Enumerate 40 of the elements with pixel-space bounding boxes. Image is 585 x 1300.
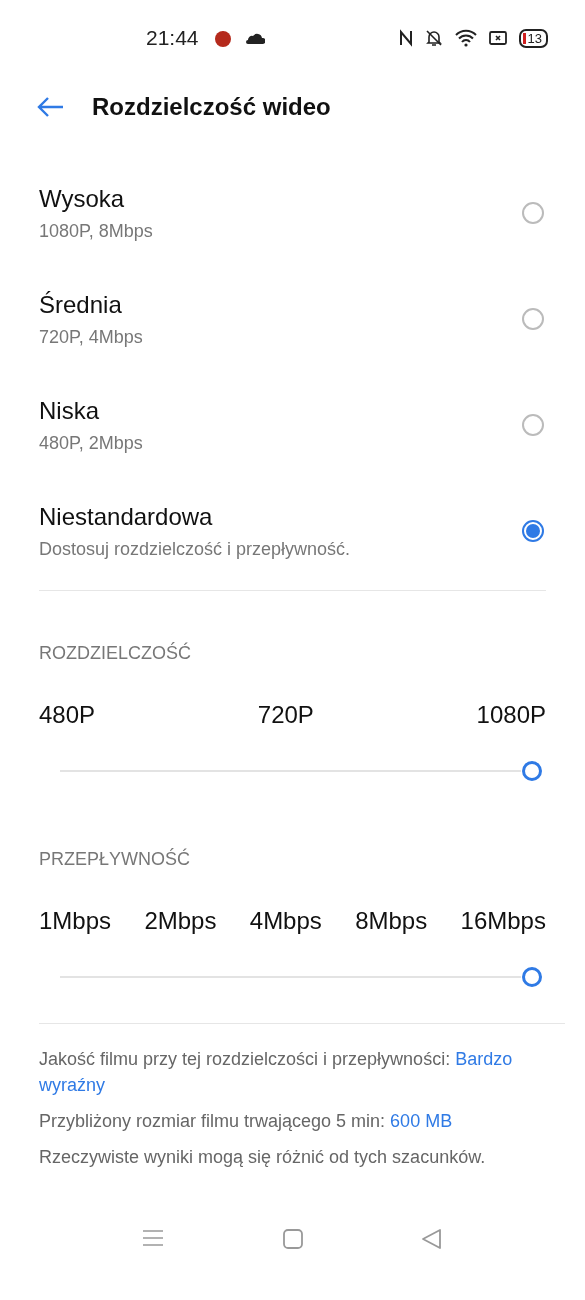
slider-tick-label: 2Mbps bbox=[144, 907, 217, 935]
info-text: Rzeczywiste wyniki mogą się różnić od tych szacunków. bbox=[39, 1146, 487, 1169]
radio-button[interactable] bbox=[522, 202, 544, 224]
option-title: Średnia bbox=[39, 290, 123, 319]
slider-thumb[interactable] bbox=[522, 761, 542, 781]
slider-tick-label: 480P bbox=[39, 701, 96, 729]
option-subtitle: 480P, 2Mbps bbox=[39, 432, 144, 454]
slider-tick-label: 1080P bbox=[476, 701, 546, 729]
slider-tick-label: 1Mbps bbox=[39, 907, 112, 935]
home-button[interactable] bbox=[281, 1228, 304, 1250]
screen-icon bbox=[488, 30, 507, 46]
option-subtitle: 1080P, 8Mbps bbox=[39, 220, 154, 242]
page-title: Rozdzielczość wideo bbox=[92, 93, 331, 121]
radio-button[interactable] bbox=[522, 308, 544, 330]
bell-muted-icon bbox=[424, 29, 443, 47]
cloud-icon bbox=[244, 31, 265, 45]
back-nav-button[interactable] bbox=[421, 1228, 443, 1250]
option-subtitle: 720P, 4Mbps bbox=[39, 326, 144, 348]
option-subtitle: Dostosuj rozdzielczość i przepływność. bbox=[39, 538, 352, 560]
section-label: PRZEPŁYWNOŚĆ bbox=[39, 849, 192, 871]
radio-button[interactable] bbox=[522, 520, 544, 542]
option-title: Wysoka bbox=[39, 184, 126, 213]
option-title: Niestandardowa bbox=[39, 502, 214, 531]
back-button[interactable] bbox=[36, 96, 64, 118]
section-label: ROZDZIELCZOŚĆ bbox=[39, 643, 192, 665]
option-title: Niska bbox=[39, 396, 100, 425]
app-notification-icon bbox=[212, 28, 233, 48]
nfc-icon bbox=[398, 29, 413, 47]
menu-button[interactable] bbox=[142, 1228, 164, 1248]
info-text: Przybliżony rozmiar filmu trwającego 5 min: 600 MB bbox=[39, 1110, 454, 1133]
slider-tick-label: 16Mbps bbox=[460, 907, 546, 935]
info-text: Jakość filmu przy tej rozdzielczości i przepływności: Bardzo wyraźny bbox=[39, 1048, 514, 1097]
slider-thumb[interactable] bbox=[522, 967, 542, 987]
slider-tick-label: 4Mbps bbox=[249, 907, 322, 935]
battery-indicator: 13 bbox=[518, 28, 548, 48]
wifi-icon bbox=[454, 29, 477, 47]
radio-button[interactable] bbox=[522, 414, 544, 436]
status-time: 21:44 bbox=[146, 26, 199, 50]
slider-tick-label: 8Mbps bbox=[355, 907, 428, 935]
slider-tick-label: 720P bbox=[257, 701, 314, 729]
